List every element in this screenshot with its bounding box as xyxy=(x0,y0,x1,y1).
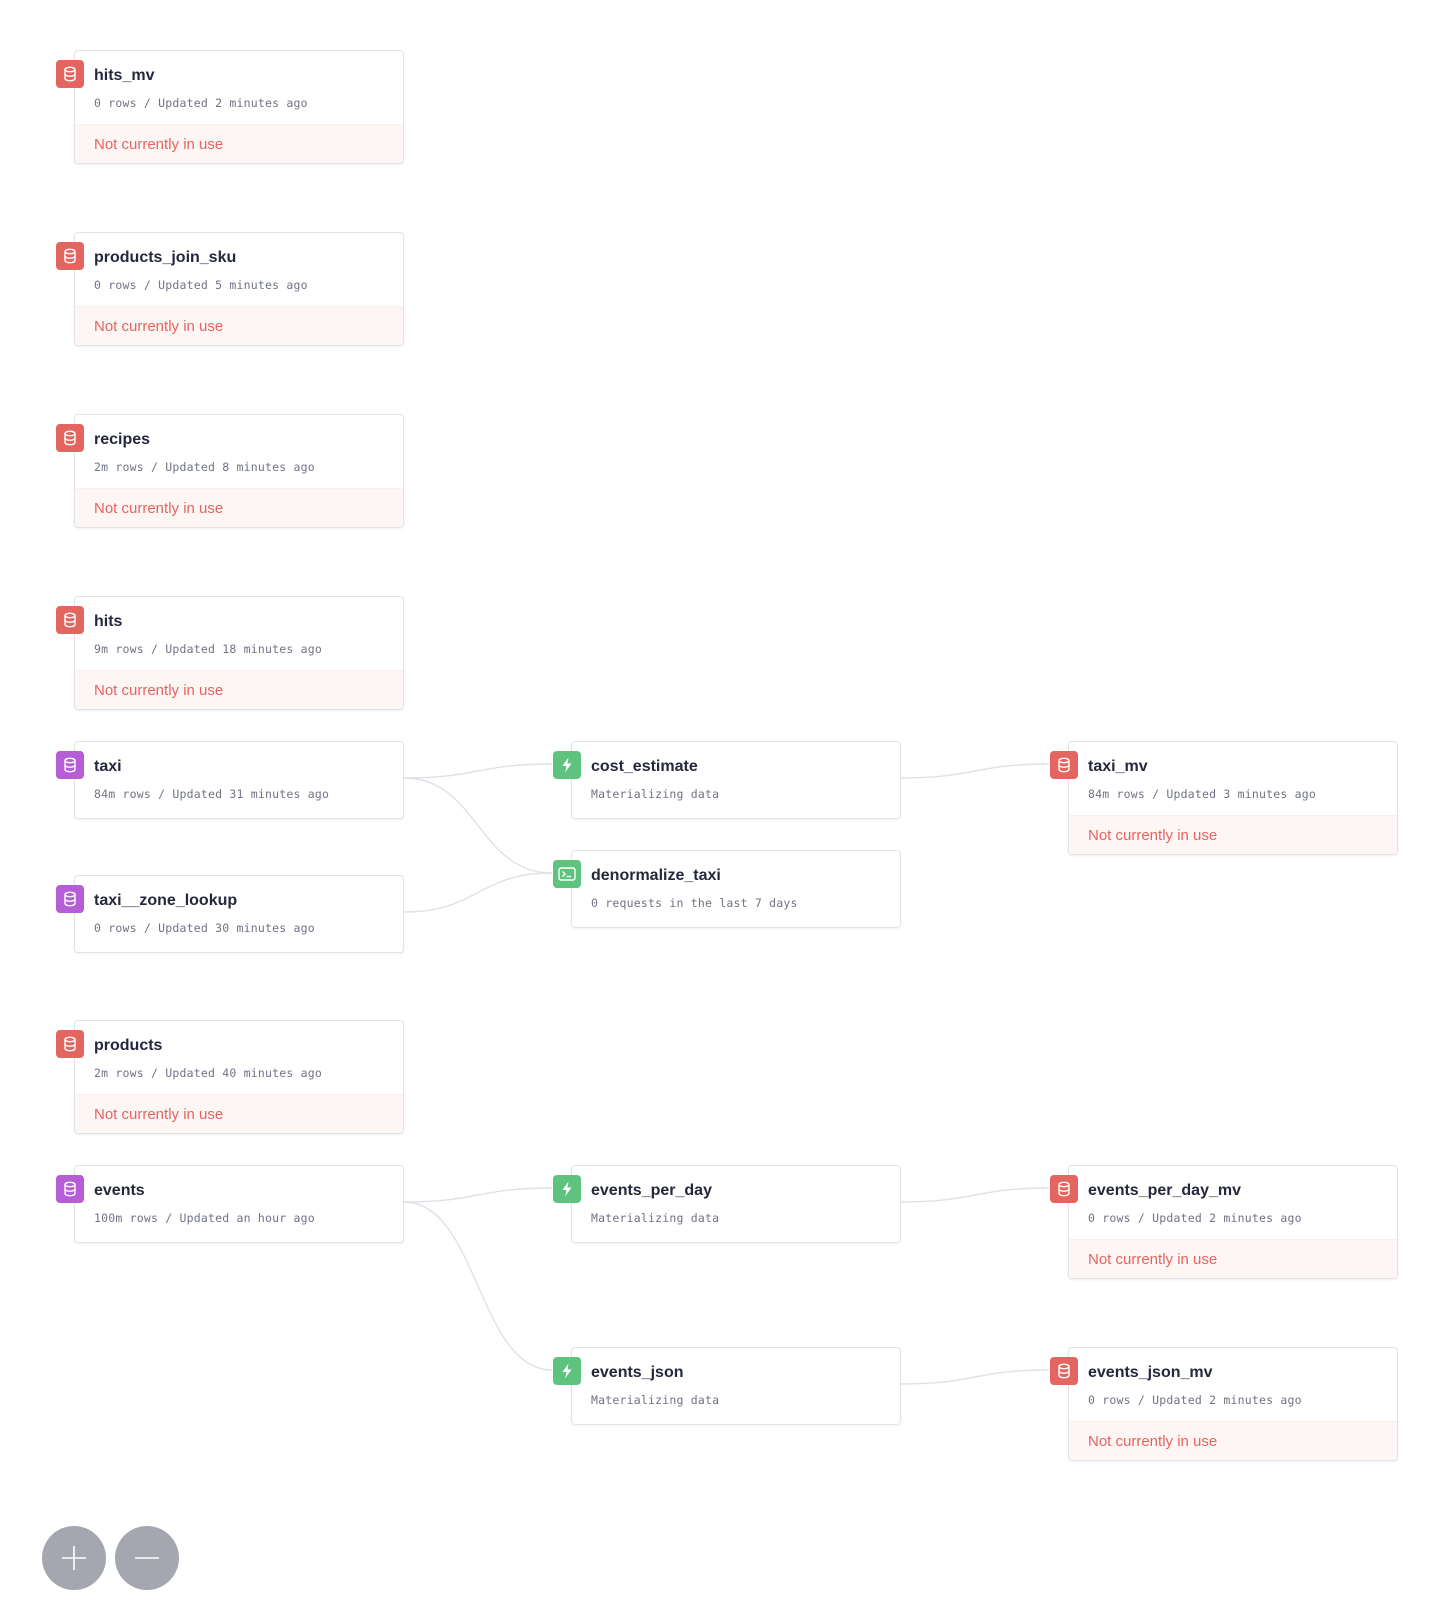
node-hits-mv[interactable]: hits_mv 0 rows / Updated 2 minutes ago N… xyxy=(56,50,404,164)
node-meta: 84m rows / Updated 31 minutes ago xyxy=(94,787,330,801)
node-meta: Materializing data xyxy=(591,787,720,801)
node-events-json-mv[interactable]: events_json_mv 0 rows / Updated 2 minute… xyxy=(1050,1347,1398,1461)
status-not-in-use: Not currently in use xyxy=(94,318,224,335)
node-denormalize-taxi[interactable]: denormalize_taxi 0 requests in the last … xyxy=(553,850,901,928)
status-not-in-use: Not currently in use xyxy=(94,682,224,699)
node-products[interactable]: products 2m rows / Updated 40 minutes ag… xyxy=(56,1020,404,1134)
node-meta: 2m rows / Updated 8 minutes ago xyxy=(94,460,315,474)
lineage-canvas[interactable]: hits_mv 0 rows / Updated 2 minutes ago N… xyxy=(0,0,1452,1600)
node-meta: 0 rows / Updated 5 minutes ago xyxy=(94,278,308,292)
node-title: hits xyxy=(94,613,123,630)
status-not-in-use: Not currently in use xyxy=(1088,827,1218,844)
node-title: products xyxy=(94,1037,163,1054)
node-products-join-sku[interactable]: products_join_sku 0 rows / Updated 5 min… xyxy=(56,232,404,346)
node-meta: Materializing data xyxy=(591,1393,720,1407)
edge-taxi-to-denormalize_taxi xyxy=(403,777,553,874)
node-meta: Materializing data xyxy=(591,1211,720,1225)
database-icon xyxy=(56,1030,84,1058)
node-events-json[interactable]: events_json Materializing data xyxy=(553,1347,901,1425)
node-title: denormalize_taxi xyxy=(591,867,721,884)
lightning-icon xyxy=(553,1357,581,1385)
node-recipes[interactable]: recipes 2m rows / Updated 8 minutes ago … xyxy=(56,414,404,528)
database-icon xyxy=(1050,1175,1078,1203)
node-events-per-day[interactable]: events_per_day Materializing data xyxy=(553,1165,901,1243)
node-footer: Not currently in use xyxy=(75,124,403,163)
status-not-in-use: Not currently in use xyxy=(1088,1251,1218,1268)
zoom-in-button[interactable] xyxy=(42,1526,106,1590)
terminal-icon xyxy=(553,860,581,888)
database-icon xyxy=(56,1175,84,1203)
node-hits[interactable]: hits 9m rows / Updated 18 minutes ago No… xyxy=(56,596,404,710)
status-not-in-use: Not currently in use xyxy=(1088,1433,1218,1450)
status-not-in-use: Not currently in use xyxy=(94,500,224,517)
node-title: taxi_mv xyxy=(1088,758,1148,775)
node-taxi-mv[interactable]: taxi_mv 84m rows / Updated 3 minutes ago… xyxy=(1050,741,1398,855)
node-title: events_per_day_mv xyxy=(1088,1182,1241,1199)
node-title: cost_estimate xyxy=(591,758,698,775)
node-meta: 84m rows / Updated 3 minutes ago xyxy=(1088,787,1316,801)
node-title: events_json xyxy=(591,1364,684,1381)
lightning-icon xyxy=(553,751,581,779)
node-meta: 0 rows / Updated 30 minutes ago xyxy=(94,921,315,935)
node-taxi[interactable]: taxi 84m rows / Updated 31 minutes ago xyxy=(56,741,404,819)
status-not-in-use: Not currently in use xyxy=(94,136,224,153)
database-icon xyxy=(1050,751,1078,779)
node-meta: 0 requests in the last 7 days xyxy=(591,896,798,910)
node-footer: Not currently in use xyxy=(1069,1239,1397,1278)
node-title: taxi xyxy=(94,758,122,775)
node-footer: Not currently in use xyxy=(75,306,403,345)
database-icon xyxy=(56,424,84,452)
plus-icon xyxy=(61,1545,87,1571)
node-title: events_per_day xyxy=(591,1182,712,1199)
node-events[interactable]: events 100m rows / Updated an hour ago xyxy=(56,1165,404,1243)
node-title: events_json_mv xyxy=(1088,1364,1213,1381)
node-taxi-zone-lookup[interactable]: taxi__zone_lookup 0 rows / Updated 30 mi… xyxy=(56,875,404,953)
database-icon xyxy=(56,242,84,270)
edge-taxi-to-cost_estimate xyxy=(403,763,553,779)
node-title: hits_mv xyxy=(94,67,155,84)
status-not-in-use: Not currently in use xyxy=(94,1106,224,1123)
node-meta: 2m rows / Updated 40 minutes ago xyxy=(94,1066,322,1080)
zoom-out-button[interactable] xyxy=(115,1526,179,1590)
node-meta: 0 rows / Updated 2 minutes ago xyxy=(94,96,308,110)
node-events-per-day-mv[interactable]: events_per_day_mv 0 rows / Updated 2 min… xyxy=(1050,1165,1398,1279)
database-icon xyxy=(56,606,84,634)
minus-icon xyxy=(134,1545,160,1571)
node-meta: 0 rows / Updated 2 minutes ago xyxy=(1088,1393,1302,1407)
edge-taxi_zone_lookup-to-denormalize_taxi xyxy=(403,872,553,913)
database-icon xyxy=(1050,1357,1078,1385)
edge-events-to-events_per_day xyxy=(403,1187,553,1203)
database-icon xyxy=(56,885,84,913)
node-meta: 100m rows / Updated an hour ago xyxy=(94,1211,315,1225)
node-title: products_join_sku xyxy=(94,249,237,266)
edge-cost_estimate-to-taxi_mv xyxy=(900,763,1050,779)
node-footer: Not currently in use xyxy=(75,1094,403,1133)
edge-events-to-events_json xyxy=(403,1201,553,1371)
edge-events_json-to-events_json_mv xyxy=(900,1369,1050,1385)
node-title: recipes xyxy=(94,431,151,448)
lightning-icon xyxy=(553,1175,581,1203)
edge-events_per_day-to-events_per_day_mv xyxy=(900,1187,1050,1203)
database-icon xyxy=(56,60,84,88)
database-icon xyxy=(56,751,84,779)
node-footer: Not currently in use xyxy=(1069,815,1397,854)
node-meta: 0 rows / Updated 2 minutes ago xyxy=(1088,1211,1302,1225)
node-footer: Not currently in use xyxy=(1069,1421,1397,1460)
node-footer: Not currently in use xyxy=(75,488,403,527)
node-meta: 9m rows / Updated 18 minutes ago xyxy=(94,642,322,656)
node-cost-estimate[interactable]: cost_estimate Materializing data xyxy=(553,741,901,819)
node-title: events xyxy=(94,1182,145,1199)
node-footer: Not currently in use xyxy=(75,670,403,709)
node-title: taxi__zone_lookup xyxy=(94,892,238,909)
